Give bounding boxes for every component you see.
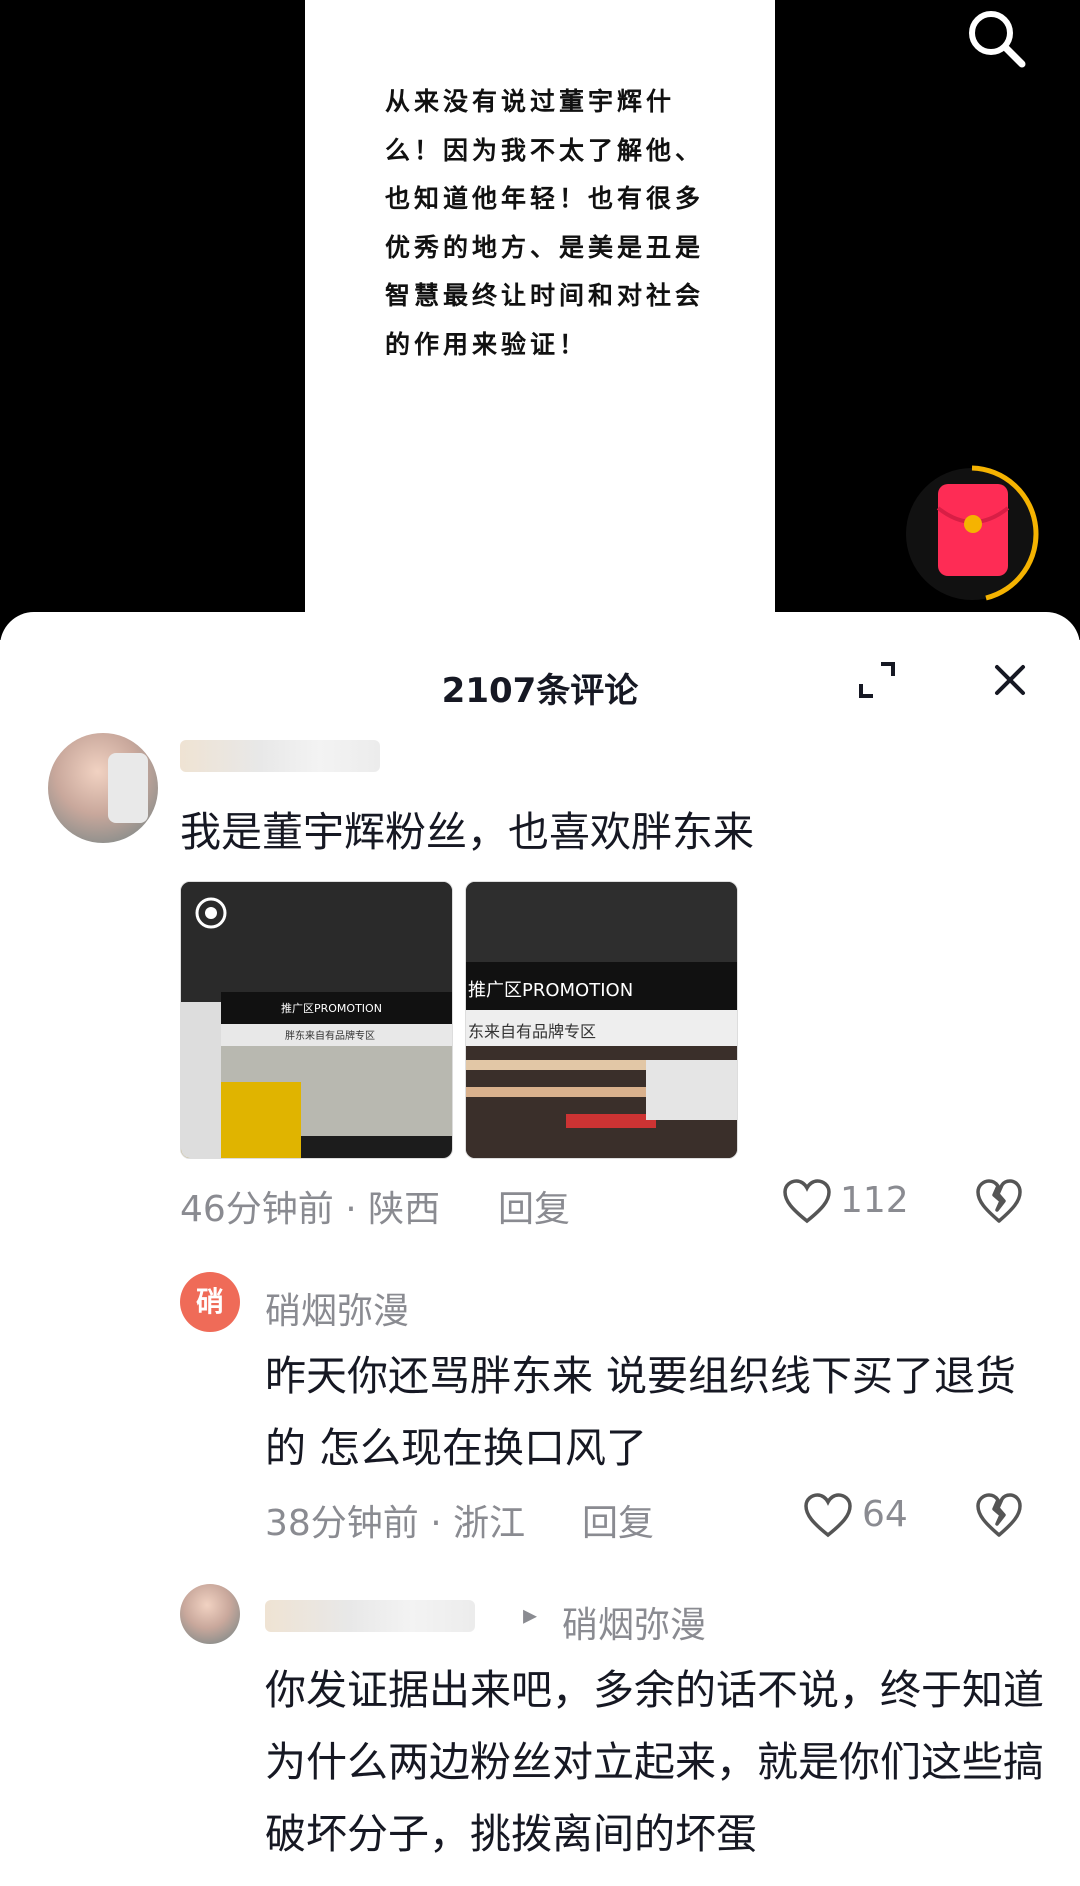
image-sign: 东来自有品牌专区 xyxy=(468,1022,597,1041)
broken-heart-icon[interactable] xyxy=(975,1179,1023,1225)
close-icon[interactable] xyxy=(988,658,1032,702)
image-banner: 推广区PROMOTION xyxy=(281,1002,382,1015)
reply-arrow-icon: ▸ xyxy=(523,1598,538,1631)
comment-text: 我是董宇辉粉丝，也喜欢胖东来 xyxy=(180,808,754,856)
reply-button[interactable]: 回复 xyxy=(498,1180,570,1232)
comment-time-location: 38分钟前 · 浙江 xyxy=(265,1503,526,1544)
expand-icon[interactable] xyxy=(855,658,899,702)
comment-text: 昨天你还骂胖东来 说要组织线下买了退货的 怎么现在换口风了 xyxy=(265,1352,1017,1472)
video-caption-text: 从来没有说过董宇辉什么！因为我不太了解他、也知道他年轻！也有很多优秀的地方、是美… xyxy=(385,87,705,359)
comment-time-location: 46分钟前 · 陕西 xyxy=(180,1189,441,1230)
avatar[interactable]: 硝 xyxy=(180,1272,240,1332)
comment-image[interactable]: 推广区PROMOTION 东来自有品牌专区 xyxy=(465,881,738,1159)
comment-text: 你发证据出来吧，多余的话不说，终于知道为什么两边粉丝对立起来，就是你们这些搞破坏… xyxy=(265,1666,1044,1858)
avatar[interactable] xyxy=(48,733,158,843)
reply-button[interactable]: 回复 xyxy=(582,1494,654,1546)
avatar[interactable] xyxy=(180,1584,240,1644)
avatar-initial: 硝 xyxy=(195,1285,224,1318)
like-count: 64 xyxy=(862,1494,908,1535)
image-banner: 推广区PROMOTION xyxy=(468,980,634,1001)
heart-icon[interactable] xyxy=(782,1179,832,1225)
broken-heart-icon[interactable] xyxy=(975,1493,1023,1539)
search-icon[interactable] xyxy=(962,4,1032,74)
reply-to-username[interactable]: 硝烟弥漫 xyxy=(562,1596,706,1648)
heart-icon[interactable] xyxy=(803,1493,853,1539)
username[interactable]: 硝烟弥漫 xyxy=(265,1282,409,1334)
username-blurred[interactable] xyxy=(265,1600,475,1632)
red-packet-icon[interactable] xyxy=(902,458,1044,610)
like-count: 112 xyxy=(840,1180,909,1221)
comment-image[interactable]: 推广区PROMOTION 胖东来自有品牌专区 xyxy=(180,881,453,1159)
image-sign: 胖东来自有品牌专区 xyxy=(285,1031,375,1042)
username-blurred[interactable] xyxy=(180,740,380,772)
comment-count-title: 2107条评论 xyxy=(441,671,639,711)
